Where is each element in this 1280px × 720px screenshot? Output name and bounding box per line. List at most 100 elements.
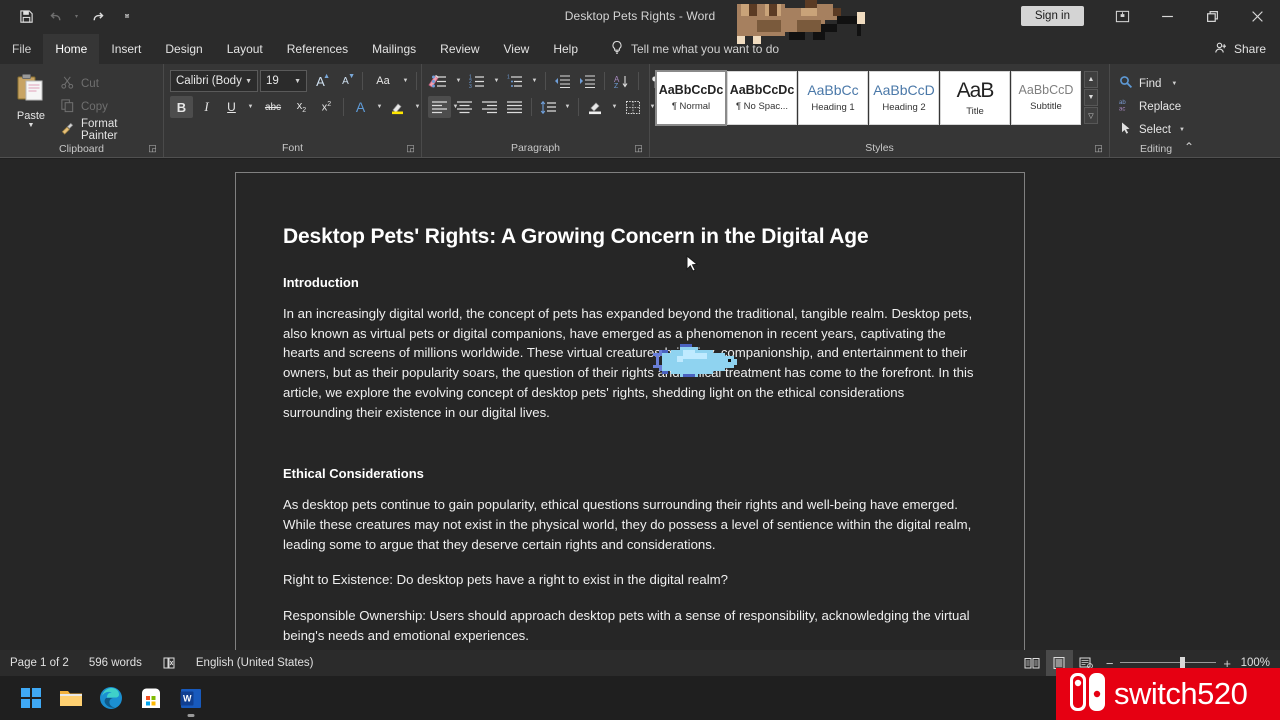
tab-help[interactable]: Help (541, 34, 590, 64)
tab-references[interactable]: References (275, 34, 360, 64)
increase-indent-button[interactable] (576, 70, 599, 92)
font-dialog-launcher-icon[interactable]: ◲ (405, 143, 416, 154)
paste-dropdown-caret-icon[interactable]: ▼ (28, 123, 35, 129)
multilevel-caret-icon[interactable]: ▼ (529, 78, 540, 84)
styles-scroll-down-icon[interactable]: ▼ (1084, 89, 1098, 106)
style-no-spacing[interactable]: AaBbCcDc ¶ No Spac... (727, 71, 797, 125)
select-button[interactable]: Select ▼ (1116, 118, 1188, 141)
find-button[interactable]: Find ▼ (1116, 72, 1188, 95)
underline-button[interactable]: U (220, 96, 243, 118)
style-heading-1[interactable]: AaBbCc Heading 1 (798, 71, 868, 125)
justify-button[interactable] (503, 96, 526, 118)
align-left-button[interactable] (428, 96, 451, 118)
document-body[interactable]: Desktop Pets' Rights: A Growing Concern … (236, 173, 1024, 645)
cut-button[interactable]: Cut (56, 73, 157, 95)
paragraph-dialog-launcher-icon[interactable]: ◲ (633, 143, 644, 154)
tab-view[interactable]: View (492, 34, 542, 64)
sort-button[interactable]: AZ (610, 70, 633, 92)
restore-button[interactable] (1190, 0, 1235, 32)
tab-design[interactable]: Design (153, 34, 214, 64)
font-name-caret-icon[interactable]: ▼ (242, 78, 255, 85)
styles-more-icon[interactable]: ▽ (1084, 107, 1098, 124)
language-indicator[interactable]: English (United States) (186, 650, 324, 676)
font-size-caret-icon[interactable]: ▼ (291, 78, 304, 85)
find-caret-icon[interactable]: ▼ (1171, 81, 1177, 87)
style-normal[interactable]: AaBbCcDc ¶ Normal (656, 71, 726, 125)
style-subtitle[interactable]: AaBbCcD Subtitle (1011, 71, 1081, 125)
microsoft-edge-icon[interactable] (98, 685, 124, 711)
shading-caret-icon[interactable]: ▼ (609, 104, 620, 110)
styles-dialog-launcher-icon[interactable]: ◲ (1093, 143, 1104, 154)
read-mode-view-button[interactable] (1019, 650, 1046, 676)
clipboard-dialog-launcher-icon[interactable]: ◲ (147, 143, 158, 154)
paragraph-right-to-existence: Right to Existence: Do desktop pets have… (283, 570, 977, 590)
shrink-font-button[interactable]: A▼ (334, 70, 357, 92)
microsoft-word-icon[interactable]: W (178, 685, 204, 711)
subscript-button[interactable]: x2 (290, 96, 313, 118)
line-paragraph-spacing-button[interactable] (537, 96, 560, 118)
shading-button[interactable] (584, 96, 607, 118)
undo-icon[interactable] (42, 3, 70, 29)
bold-button[interactable]: B (170, 96, 193, 118)
underline-caret-icon[interactable]: ▼ (245, 104, 256, 110)
collapse-ribbon-icon[interactable]: ⌃ (1184, 140, 1194, 154)
redo-icon[interactable] (83, 3, 111, 29)
tab-insert[interactable]: Insert (99, 34, 153, 64)
italic-button[interactable]: I (195, 96, 218, 118)
text-highlight-color-button[interactable] (387, 96, 410, 118)
proofing-errors-icon[interactable] (152, 650, 186, 676)
grow-font-button[interactable]: A▲ (309, 70, 332, 92)
text-effects-caret-icon[interactable]: ▼ (374, 104, 385, 110)
bullets-button[interactable] (428, 70, 451, 92)
style-title[interactable]: AaB Title (940, 71, 1010, 125)
minimize-button[interactable] (1145, 0, 1190, 32)
page-indicator[interactable]: Page 1 of 2 (0, 650, 79, 676)
paste-button[interactable]: Paste ▼ (6, 70, 56, 129)
format-painter-button[interactable]: Format Painter (56, 119, 157, 141)
close-button[interactable] (1235, 0, 1280, 32)
tab-review[interactable]: Review (428, 34, 491, 64)
tab-layout[interactable]: Layout (215, 34, 275, 64)
font-size-combobox[interactable]: 19 ▼ (260, 70, 307, 92)
replace-button[interactable]: abac Replace (1116, 95, 1188, 118)
customize-qat-icon[interactable]: ⩎ (113, 3, 141, 29)
multilevel-list-button[interactable]: 1 (504, 70, 527, 92)
tab-file[interactable]: File (0, 34, 43, 64)
styles-scroll-up-icon[interactable]: ▲ (1084, 71, 1098, 88)
select-caret-icon[interactable]: ▼ (1179, 127, 1185, 133)
desktop-pet-fish-sprite[interactable] (653, 344, 743, 380)
align-right-button[interactable] (478, 96, 501, 118)
style-subtitle-preview: AaBbCcD (1019, 84, 1074, 98)
paragraph-ethical: As desktop pets continue to gain popular… (283, 495, 977, 554)
sign-in-button[interactable]: Sign in (1021, 6, 1084, 26)
start-button[interactable] (18, 685, 44, 711)
save-icon[interactable] (12, 3, 40, 29)
file-explorer-icon[interactable] (58, 685, 84, 711)
share-button[interactable]: Share (1214, 41, 1266, 58)
font-name-combobox[interactable]: Calibri (Body) ▼ (170, 70, 258, 92)
bullets-caret-icon[interactable]: ▼ (453, 78, 464, 84)
superscript-button[interactable]: x2 (315, 96, 338, 118)
line-spacing-caret-icon[interactable]: ▼ (562, 104, 573, 110)
borders-button[interactable] (622, 96, 645, 118)
clipboard-commands: Cut Copy Format Painter (56, 70, 157, 141)
tab-home[interactable]: Home (43, 34, 99, 64)
change-case-caret-icon[interactable]: ▼ (400, 78, 411, 84)
strikethrough-button[interactable]: abc (258, 96, 288, 118)
style-heading-2[interactable]: AaBbCcD Heading 2 (869, 71, 939, 125)
word-count[interactable]: 596 words (79, 650, 152, 676)
document-canvas[interactable]: Desktop Pets' Rights: A Growing Concern … (0, 159, 1280, 650)
text-effects-button[interactable]: A (349, 96, 372, 118)
align-center-button[interactable] (453, 96, 476, 118)
undo-dropdown-caret-icon[interactable]: ▾ (72, 3, 81, 29)
change-case-button[interactable]: Aa (368, 70, 398, 92)
decrease-indent-button[interactable] (551, 70, 574, 92)
desktop-pet-dog-sprite[interactable] (733, 0, 873, 44)
document-page[interactable]: Desktop Pets' Rights: A Growing Concern … (235, 172, 1025, 650)
ribbon-display-options-icon[interactable] (1100, 0, 1145, 32)
tab-mailings[interactable]: Mailings (360, 34, 428, 64)
microsoft-store-icon[interactable] (138, 685, 164, 711)
numbering-button[interactable]: 123 (466, 70, 489, 92)
numbering-caret-icon[interactable]: ▼ (491, 78, 502, 84)
copy-button[interactable]: Copy (56, 96, 157, 118)
